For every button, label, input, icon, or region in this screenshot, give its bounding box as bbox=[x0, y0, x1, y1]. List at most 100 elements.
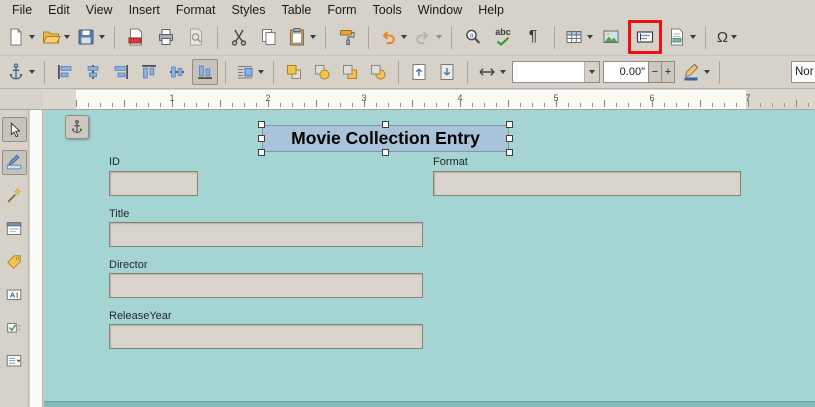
check-box-control-button[interactable] bbox=[2, 315, 27, 340]
menu-window[interactable]: Window bbox=[410, 2, 470, 18]
chevron-down-icon[interactable] bbox=[64, 35, 70, 39]
page-magnifier-icon bbox=[186, 27, 206, 47]
align-middle-button[interactable] bbox=[164, 59, 190, 85]
chevron-down-icon[interactable] bbox=[584, 62, 599, 82]
selection-handle[interactable] bbox=[382, 149, 389, 156]
field-label-releaseyear[interactable]: ReleaseYear bbox=[109, 310, 172, 322]
clone-formatting-button[interactable] bbox=[333, 23, 361, 51]
chevron-down-icon[interactable] bbox=[436, 35, 442, 39]
chevron-down-icon[interactable] bbox=[310, 35, 316, 39]
line-width-spinner[interactable]: 0.00" bbox=[603, 61, 649, 83]
bring-to-front-button[interactable] bbox=[281, 59, 307, 85]
undo-button[interactable] bbox=[376, 23, 409, 51]
new-document-button[interactable] bbox=[4, 23, 37, 51]
insert-special-character-button[interactable]: Ω bbox=[713, 23, 741, 51]
menu-help[interactable]: Help bbox=[470, 2, 512, 18]
field-label-format[interactable]: Format bbox=[433, 156, 468, 168]
print-button[interactable] bbox=[152, 23, 180, 51]
menu-format[interactable]: Format bbox=[168, 2, 224, 18]
bring-forward-button[interactable] bbox=[309, 59, 335, 85]
horizontal-scrollbar[interactable] bbox=[44, 401, 815, 407]
field-input-director[interactable] bbox=[109, 273, 423, 298]
formatting-marks-button[interactable]: ¶ bbox=[519, 23, 547, 51]
insert-text-box-button[interactable] bbox=[631, 23, 659, 51]
control-wizards-button[interactable] bbox=[2, 183, 27, 208]
menu-bar: File Edit View Insert Format Styles Tabl… bbox=[0, 0, 815, 19]
chevron-down-icon[interactable] bbox=[29, 35, 35, 39]
save-button[interactable] bbox=[74, 23, 107, 51]
form-design-button[interactable] bbox=[2, 216, 27, 241]
chevron-down-icon[interactable] bbox=[690, 35, 696, 39]
menu-form[interactable]: Form bbox=[319, 2, 364, 18]
field-input-releaseyear[interactable] bbox=[109, 324, 423, 349]
align-left-button[interactable] bbox=[52, 59, 78, 85]
selection-handle[interactable] bbox=[506, 121, 513, 128]
line-width-decrease-button[interactable]: − bbox=[648, 61, 662, 83]
paste-button[interactable] bbox=[285, 23, 318, 51]
list-box-control-button[interactable] bbox=[2, 348, 27, 373]
field-input-title[interactable] bbox=[109, 222, 423, 247]
insert-table-button[interactable] bbox=[562, 23, 595, 51]
selection-handle[interactable] bbox=[258, 121, 265, 128]
send-to-back-button[interactable] bbox=[365, 59, 391, 85]
chevron-down-icon[interactable] bbox=[500, 70, 506, 74]
field-label-id[interactable]: ID bbox=[109, 156, 120, 168]
redo-button[interactable] bbox=[411, 23, 444, 51]
select-tool-button[interactable] bbox=[2, 117, 27, 142]
area-style-combo[interactable]: Nor bbox=[791, 61, 815, 83]
copy-button[interactable] bbox=[255, 23, 283, 51]
menu-view[interactable]: View bbox=[78, 2, 121, 18]
label-field-button[interactable] bbox=[2, 249, 27, 274]
align-right-button[interactable] bbox=[108, 59, 134, 85]
field-input-id[interactable] bbox=[109, 171, 198, 196]
chevron-down-icon[interactable] bbox=[704, 70, 710, 74]
chevron-down-icon[interactable] bbox=[587, 35, 593, 39]
form-title-object[interactable]: Movie Collection Entry bbox=[262, 125, 509, 152]
selection-handle[interactable] bbox=[258, 149, 265, 156]
anchor-button[interactable] bbox=[4, 59, 37, 85]
design-mode-button[interactable] bbox=[2, 150, 27, 175]
text-box-control-button[interactable]: A bbox=[2, 282, 27, 307]
field-label-director[interactable]: Director bbox=[109, 259, 148, 271]
line-color-button[interactable] bbox=[679, 59, 712, 85]
field-label-title[interactable]: Title bbox=[109, 208, 129, 220]
insert-image-button[interactable] bbox=[597, 23, 625, 51]
find-and-replace-button[interactable]: a bbox=[459, 23, 487, 51]
menu-styles[interactable]: Styles bbox=[223, 2, 273, 18]
chevron-down-icon[interactable] bbox=[29, 70, 35, 74]
wrap-button[interactable] bbox=[233, 59, 266, 85]
send-backward-button[interactable] bbox=[337, 59, 363, 85]
chevron-down-icon[interactable] bbox=[731, 35, 737, 39]
menu-insert[interactable]: Insert bbox=[121, 2, 168, 18]
align-top-button[interactable] bbox=[136, 59, 162, 85]
document-canvas[interactable]: Movie Collection Entry ID Format Title D… bbox=[44, 110, 815, 407]
menu-tools[interactable]: Tools bbox=[365, 2, 410, 18]
export-pdf-button[interactable] bbox=[122, 23, 150, 51]
align-bottom-button[interactable] bbox=[192, 59, 218, 85]
line-style-combo[interactable] bbox=[512, 61, 600, 83]
field-input-format[interactable] bbox=[433, 171, 741, 196]
selection-handle[interactable] bbox=[382, 121, 389, 128]
to-foreground-button[interactable] bbox=[406, 59, 432, 85]
chevron-down-icon[interactable] bbox=[401, 35, 407, 39]
print-preview-button[interactable] bbox=[182, 23, 210, 51]
to-background-button[interactable] bbox=[434, 59, 460, 85]
horizontal-ruler[interactable]: 1 2 3 4 5 6 7 bbox=[43, 90, 815, 110]
spelling-button[interactable]: abc bbox=[489, 23, 517, 51]
line-width-increase-button[interactable]: + bbox=[661, 61, 675, 83]
chevron-down-icon[interactable] bbox=[99, 35, 105, 39]
menu-edit[interactable]: Edit bbox=[40, 2, 78, 18]
menu-file[interactable]: File bbox=[4, 2, 40, 18]
ruler-number: 5 bbox=[553, 93, 558, 103]
insert-field-button[interactable] bbox=[665, 23, 698, 51]
open-button[interactable] bbox=[39, 23, 72, 51]
cut-button[interactable] bbox=[225, 23, 253, 51]
anchor-marker[interactable] bbox=[65, 115, 89, 139]
selection-handle[interactable] bbox=[506, 135, 513, 142]
selection-handle[interactable] bbox=[506, 149, 513, 156]
menu-table[interactable]: Table bbox=[273, 2, 319, 18]
chevron-down-icon[interactable] bbox=[258, 70, 264, 74]
align-centered-button[interactable] bbox=[80, 59, 106, 85]
arrow-style-button[interactable] bbox=[475, 59, 508, 85]
selection-handle[interactable] bbox=[258, 135, 265, 142]
